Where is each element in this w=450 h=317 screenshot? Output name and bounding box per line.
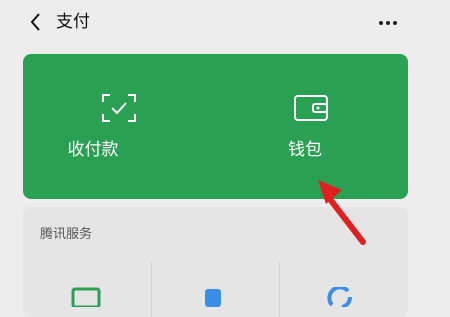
wallet-icon: [294, 95, 328, 121]
scan-icon: [102, 94, 136, 122]
annotation-arrow-icon: [318, 180, 366, 245]
card-icon[interactable]: [71, 287, 101, 307]
refresh-icon[interactable]: [326, 287, 356, 307]
page-title: 支付: [56, 12, 90, 32]
divider: [279, 262, 280, 317]
receive-pay-button[interactable]: 收付款: [23, 54, 215, 199]
phone-icon[interactable]: [200, 287, 230, 307]
divider: [151, 262, 152, 317]
top-bar: 支付: [0, 0, 450, 44]
more-icon[interactable]: [378, 20, 398, 26]
back-arrow-icon[interactable]: [28, 11, 44, 33]
receive-pay-label: 收付款: [67, 140, 119, 160]
services-title: 腾讯服务: [40, 227, 93, 242]
wallet-label: 钱包: [288, 140, 322, 160]
